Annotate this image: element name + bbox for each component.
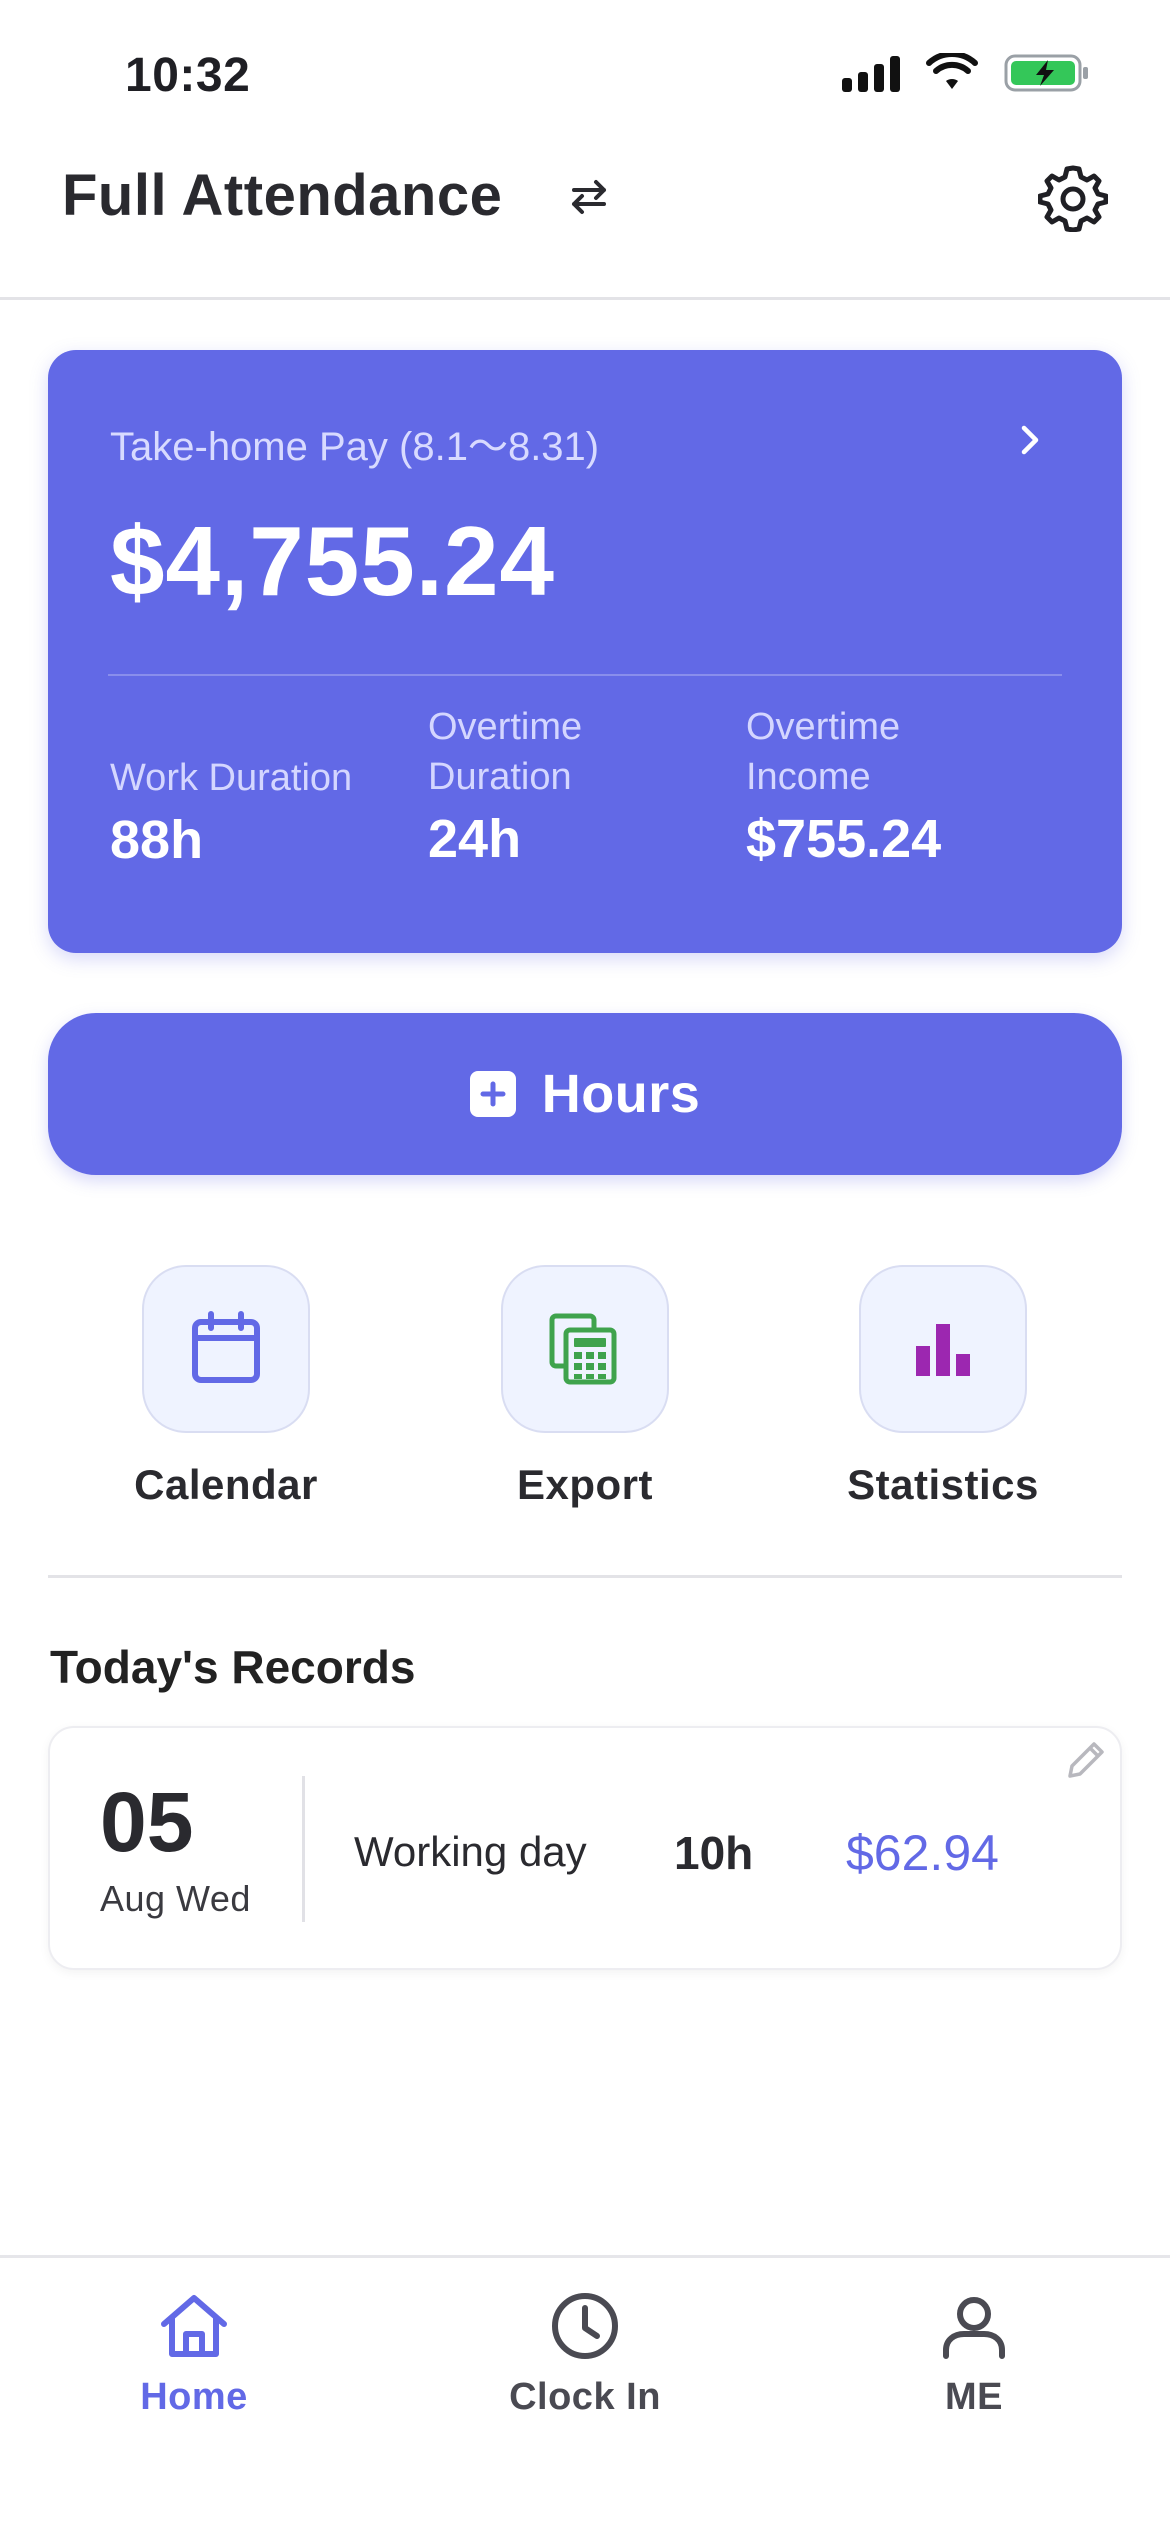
record-day: 05 xyxy=(100,1775,194,1869)
plus-square-icon xyxy=(469,1071,516,1117)
app-header: Full Attendance xyxy=(0,150,1170,300)
pay-period-label: Take-home Pay (8.1～8.31) xyxy=(110,425,600,469)
record-divider xyxy=(302,1776,305,1922)
gear-icon[interactable] xyxy=(1038,162,1108,232)
status-bar: 10:32 xyxy=(0,0,1170,150)
bottom-nav: Home Clock In ME xyxy=(0,2255,1170,2532)
take-home-pay-amount: $4,755.24 xyxy=(110,506,555,616)
nav-home[interactable]: Home xyxy=(64,2286,324,2419)
calendar-action[interactable]: Calendar xyxy=(96,1265,356,1509)
record-pay: $62.94 xyxy=(846,1825,999,1881)
wifi-icon xyxy=(926,53,978,93)
chevron-right-icon[interactable] xyxy=(1010,420,1050,460)
stat-label: Overtime Income xyxy=(746,706,901,798)
take-home-pay-card[interactable]: Take-home Pay (8.1～8.31) $4,755.24 Work … xyxy=(48,350,1122,953)
person-icon xyxy=(943,2297,1005,2359)
add-hours-button[interactable]: Hours xyxy=(48,1013,1122,1175)
nav-clock-in-label: Clock In xyxy=(509,2376,661,2418)
record-hours: 10h xyxy=(674,1827,754,1879)
export-tile[interactable] xyxy=(501,1265,669,1433)
overtime-income-stat: Overtime Income $755.24 xyxy=(746,702,1046,870)
quick-actions: Calendar Export Statistics xyxy=(0,1265,1170,1525)
nav-me[interactable]: ME xyxy=(844,2286,1104,2419)
stat-value: 24h xyxy=(428,809,522,869)
stat-label: Work Duration xyxy=(110,757,353,799)
overtime-duration-stat: Overtime Duration 24h xyxy=(428,702,728,870)
battery-charging-icon xyxy=(1004,52,1090,94)
nav-home-label: Home xyxy=(140,2376,248,2418)
bar-chart-icon xyxy=(916,1324,970,1376)
export-action[interactable]: Export xyxy=(455,1265,715,1509)
spreadsheet-icon xyxy=(549,1313,617,1385)
stat-value: 88h xyxy=(110,810,204,870)
clock-icon xyxy=(552,2293,618,2359)
record-date: Aug Wed xyxy=(100,1878,251,1919)
home-icon xyxy=(161,2295,227,2357)
pay-card-divider xyxy=(108,674,1062,676)
record-card[interactable]: 05 Aug Wed Working day 10h $62.94 xyxy=(48,1726,1122,1970)
records-title: Today's Records xyxy=(50,1641,416,1693)
nav-clock-in[interactable]: Clock In xyxy=(455,2286,715,2419)
statistics-action[interactable]: Statistics xyxy=(813,1265,1073,1509)
status-icons xyxy=(842,52,1090,94)
add-hours-label: Hours xyxy=(541,1064,701,1124)
status-time: 10:32 xyxy=(125,49,251,102)
export-label: Export xyxy=(516,1461,653,1508)
calendar-icon xyxy=(192,1311,260,1383)
page-title: Full Attendance xyxy=(62,163,503,228)
pencil-icon[interactable] xyxy=(1062,1736,1110,1784)
statistics-label: Statistics xyxy=(847,1461,1039,1508)
statistics-tile[interactable] xyxy=(859,1265,1027,1433)
stat-label: Overtime Duration xyxy=(428,706,583,798)
calendar-tile[interactable] xyxy=(142,1265,310,1433)
cellular-signal-icon xyxy=(842,54,900,92)
work-duration-stat: Work Duration 88h xyxy=(110,728,410,871)
nav-me-label: ME xyxy=(945,2376,1003,2418)
swap-icon[interactable] xyxy=(562,170,616,224)
record-day-type: Working day xyxy=(354,1828,587,1875)
calendar-label: Calendar xyxy=(134,1461,318,1508)
stat-value: $755.24 xyxy=(746,809,942,869)
section-divider xyxy=(48,1575,1122,1578)
